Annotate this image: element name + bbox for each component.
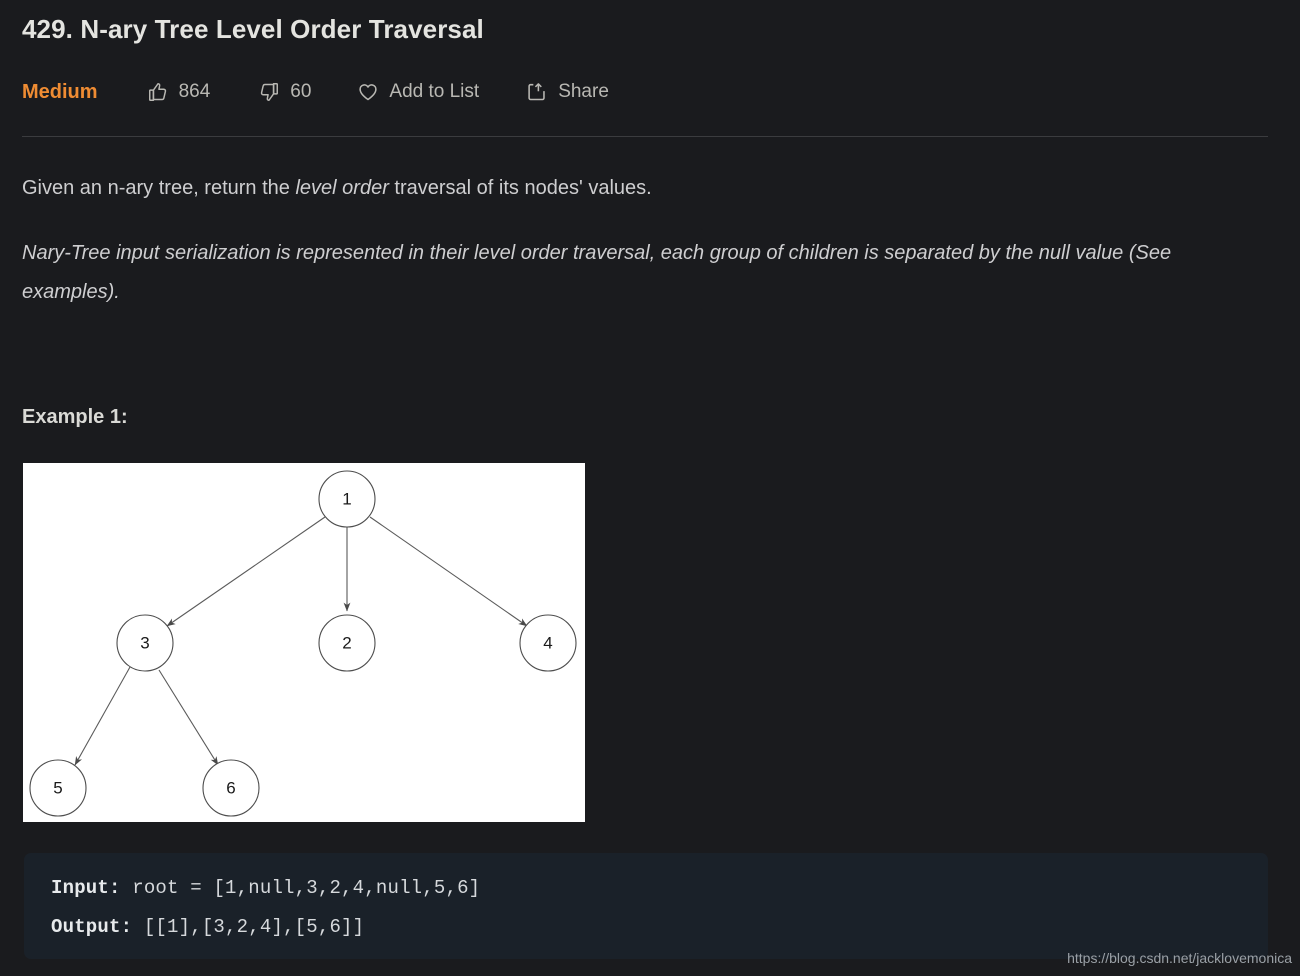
input-value: root = [1,null,3,2,4,null,5,6] xyxy=(120,877,481,899)
thumbs-up-icon xyxy=(147,81,169,103)
dislike-count: 60 xyxy=(290,81,312,102)
dislike-button[interactable]: 60 xyxy=(258,81,311,103)
description-p1-post: traversal of its nodes' values. xyxy=(388,177,652,199)
tree-node-3: 3 xyxy=(116,614,174,672)
example-output-line: Output: [[1],[3,2,4],[5,6]] xyxy=(51,916,364,938)
heart-icon xyxy=(357,81,379,103)
node-label-1: 1 xyxy=(342,490,351,509)
node-label-3: 3 xyxy=(140,634,149,653)
tree-node-1: 1 xyxy=(318,470,376,528)
tree-node-5: 5 xyxy=(29,759,87,817)
node-label-4: 4 xyxy=(543,634,552,653)
edge-1-3 xyxy=(166,516,326,627)
node-label-5: 5 xyxy=(53,779,62,798)
description-paragraph-1: Given an n-ary tree, return the level or… xyxy=(22,169,1272,208)
thumbs-down-icon xyxy=(258,81,280,103)
add-to-list-button[interactable]: Add to List xyxy=(357,81,479,103)
description-p1-emphasis: level order xyxy=(295,177,389,199)
example-heading: Example 1: xyxy=(22,406,128,428)
share-label: Share xyxy=(558,81,609,102)
action-bar: Medium 864 60 Add to List Share xyxy=(22,77,609,107)
example-input-line: Input: root = [1,null,3,2,4,null,5,6] xyxy=(51,877,480,899)
node-label-2: 2 xyxy=(342,634,351,653)
tree-node-2: 2 xyxy=(318,614,376,672)
like-count: 864 xyxy=(178,81,211,102)
description-p1-pre: Given an n-ary tree, return the xyxy=(22,177,296,199)
share-button[interactable]: Share xyxy=(526,81,609,103)
difficulty-badge: Medium xyxy=(22,80,98,103)
tree-nodes: 1 3 2 4 5 6 xyxy=(29,470,577,817)
edge-3-6 xyxy=(158,669,219,766)
tree-node-4: 4 xyxy=(519,614,577,672)
output-label: Output: xyxy=(51,916,133,938)
watermark: https://blog.csdn.net/jacklovemonica xyxy=(1067,950,1292,966)
output-value: [[1],[3,2,4],[5,6]] xyxy=(132,916,365,938)
example-code-block: Input: root = [1,null,3,2,4,null,5,6] Ou… xyxy=(24,853,1268,959)
share-icon xyxy=(526,81,548,103)
edge-1-4 xyxy=(369,516,528,627)
description-paragraph-2: Nary-Tree input serialization is represe… xyxy=(22,242,1172,303)
node-label-6: 6 xyxy=(226,779,235,798)
like-button[interactable]: 864 xyxy=(147,81,211,103)
edge-3-5 xyxy=(74,666,131,766)
nary-tree-diagram: 1 3 2 4 5 6 xyxy=(29,470,577,817)
header-divider xyxy=(22,136,1268,137)
tree-node-6: 6 xyxy=(202,759,260,817)
input-label: Input: xyxy=(51,877,121,899)
example-tree-image: 1 3 2 4 5 6 xyxy=(23,463,585,822)
problem-page: 429. N-ary Tree Level Order Traversal Me… xyxy=(0,0,1300,976)
add-to-list-label: Add to List xyxy=(389,81,480,102)
page-title: 429. N-ary Tree Level Order Traversal xyxy=(22,14,484,44)
